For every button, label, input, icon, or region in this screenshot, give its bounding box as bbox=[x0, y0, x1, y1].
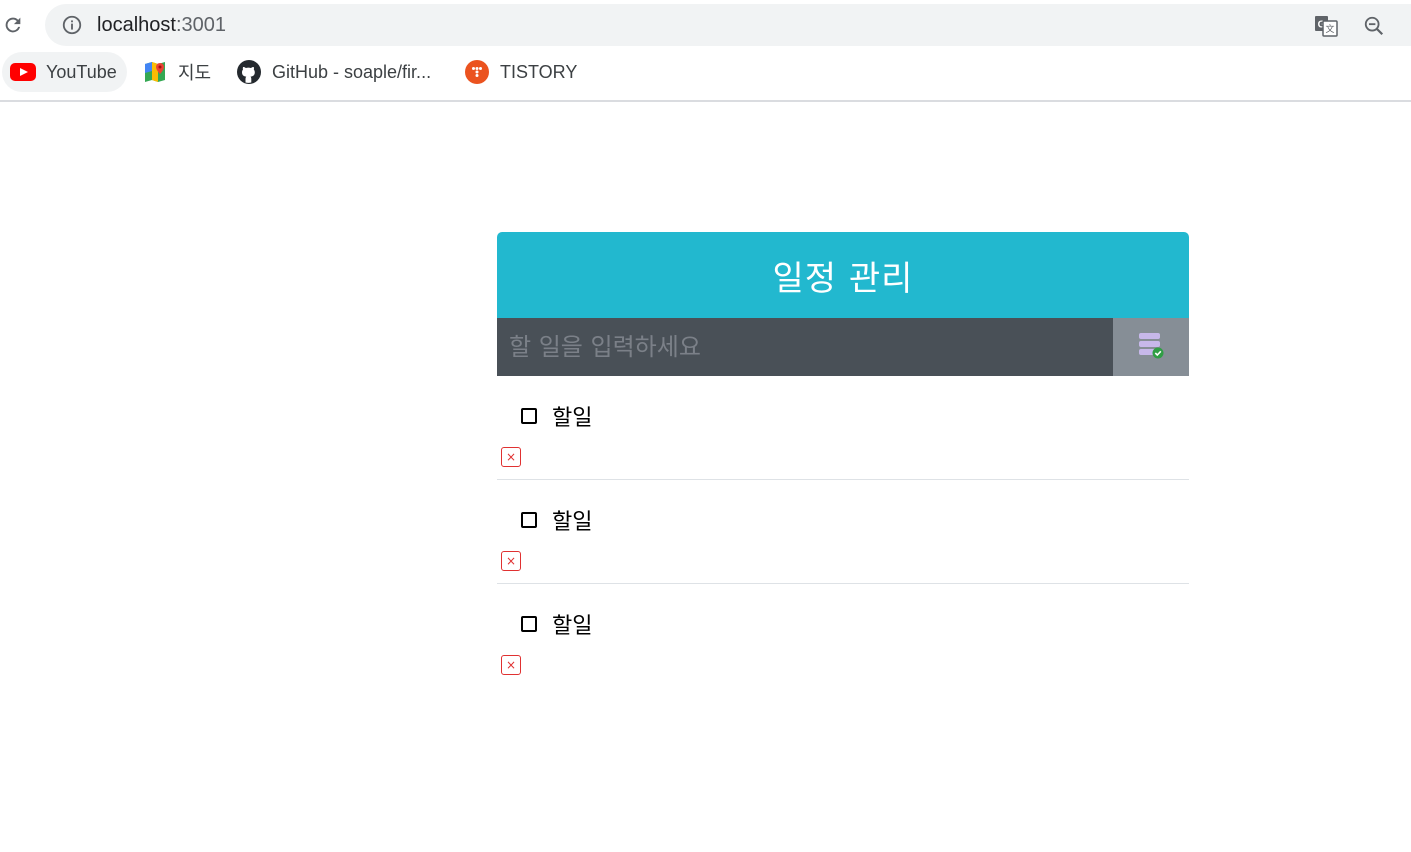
remove-todo-button[interactable]: × bbox=[501, 551, 521, 571]
reload-icon[interactable] bbox=[0, 10, 26, 40]
bookmark-youtube[interactable]: YouTube bbox=[2, 52, 127, 92]
bookmark-tistory[interactable]: TISTORY bbox=[462, 52, 585, 92]
youtube-icon bbox=[10, 60, 36, 84]
todo-item: 할일 × bbox=[497, 376, 1189, 480]
url-host: localhost bbox=[97, 14, 176, 36]
checkbox-unchecked-icon bbox=[521, 512, 537, 528]
zoom-out-icon[interactable] bbox=[1362, 14, 1386, 38]
todo-checkbox[interactable]: 할일 bbox=[521, 504, 592, 536]
url-text[interactable]: localhost:3001 bbox=[97, 13, 226, 37]
remove-todo-button[interactable]: × bbox=[501, 655, 521, 675]
todo-text: 할일 bbox=[552, 406, 593, 431]
maps-icon bbox=[142, 60, 168, 84]
bookmark-label: TISTORY bbox=[500, 61, 578, 82]
todo-text: 할일 bbox=[552, 614, 593, 639]
bookmark-label: YouTube bbox=[46, 61, 117, 82]
close-icon: × bbox=[505, 658, 517, 672]
todo-app: 일정 관리 할일 × 할일 bbox=[497, 232, 1189, 688]
todo-input[interactable] bbox=[497, 318, 1113, 376]
translate-icon[interactable]: G文 bbox=[1313, 14, 1339, 38]
todo-checkbox[interactable]: 할일 bbox=[521, 400, 592, 432]
address-bar[interactable]: localhost:3001 G文 bbox=[45, 4, 1411, 46]
todo-insert-form bbox=[497, 318, 1189, 376]
todo-text: 할일 bbox=[552, 510, 593, 535]
todo-checkbox[interactable]: 할일 bbox=[521, 608, 592, 640]
remove-todo-button[interactable]: × bbox=[501, 447, 521, 467]
close-icon: × bbox=[505, 554, 517, 568]
app-title: 일정 관리 bbox=[497, 232, 1189, 318]
svg-text:文: 文 bbox=[1325, 23, 1334, 35]
tistory-icon bbox=[464, 60, 490, 84]
github-icon bbox=[236, 60, 262, 84]
checkbox-unchecked-icon bbox=[521, 408, 537, 424]
add-todo-button[interactable] bbox=[1113, 318, 1189, 376]
browser-toolbar: localhost:3001 G文 bbox=[0, 0, 1411, 50]
url-port: :3001 bbox=[175, 14, 226, 36]
todo-item: 할일 × bbox=[497, 584, 1189, 688]
checkbox-unchecked-icon bbox=[521, 616, 537, 632]
close-icon: × bbox=[505, 450, 517, 464]
bookmark-github[interactable]: GitHub - soaple/fir... bbox=[234, 52, 439, 92]
bookmark-maps[interactable]: 지도 bbox=[140, 52, 219, 92]
todo-list: 할일 × 할일 × 할일 × bbox=[497, 376, 1189, 688]
todo-item: 할일 × bbox=[497, 480, 1189, 584]
bookmark-label: 지도 bbox=[178, 63, 212, 83]
info-icon[interactable] bbox=[61, 14, 83, 36]
bookmarks-bar: YouTube 지도 GitHub - soaple/fir... TISTOR… bbox=[0, 50, 1411, 102]
database-check-icon bbox=[1138, 332, 1164, 363]
bookmark-label: GitHub - soaple/fir... bbox=[272, 61, 432, 82]
